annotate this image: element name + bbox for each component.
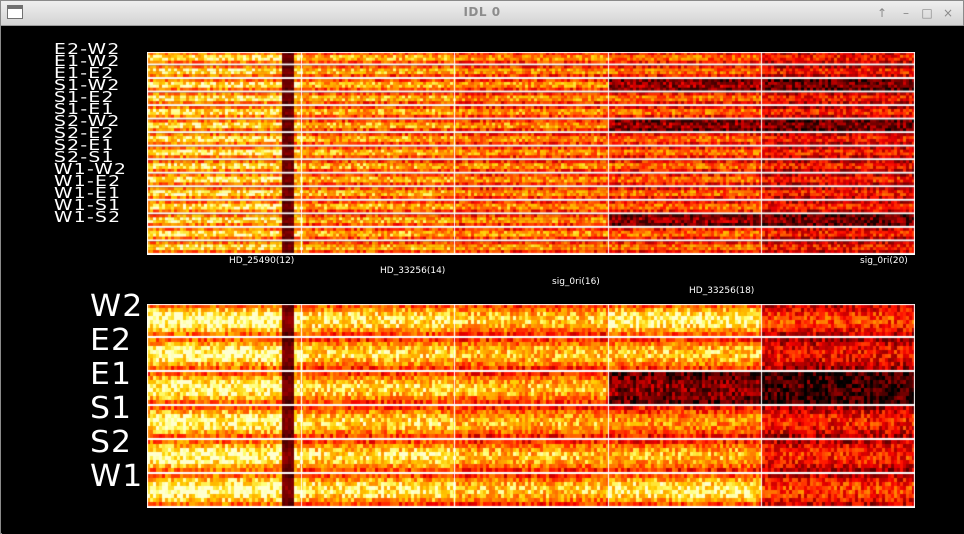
target-label: HD_33256(18) <box>689 286 755 296</box>
shade-up-icon[interactable]: ↑ <box>873 4 891 22</box>
telescope-heatmap <box>147 304 915 508</box>
title-bar[interactable]: IDL 0 ↑ – □ × <box>1 1 963 26</box>
telescope-label: S1 <box>90 391 133 426</box>
target-label: HD_25490(12) <box>229 256 295 266</box>
target-label: sig_0ri(16) <box>552 277 600 287</box>
target-label: sig_0ri(20) <box>860 256 908 266</box>
baseline-label: W1-S2 <box>54 208 122 226</box>
minimize-icon[interactable]: – <box>897 4 915 22</box>
close-icon[interactable]: × <box>939 4 957 22</box>
telescope-label: S2 <box>90 425 133 460</box>
baseline-heatmap <box>147 52 915 255</box>
telescope-label: E2 <box>90 323 133 358</box>
window-title: IDL 0 <box>463 5 501 19</box>
plot-canvas: E2-W2 E1-W2 E1-E2 S1-W2 S1-E2 S1-E1 S2-W… <box>2 26 964 534</box>
maximize-icon[interactable]: □ <box>918 4 936 22</box>
target-label: HD_33256(14) <box>380 266 446 276</box>
telescope-label: W1 <box>90 459 144 494</box>
idl-window: IDL 0 ↑ – □ × E2-W2 E1-W2 E1-E2 S1-W2 S1… <box>0 0 964 534</box>
telescope-label: W2 <box>90 289 144 324</box>
telescope-label: E1 <box>90 357 133 392</box>
